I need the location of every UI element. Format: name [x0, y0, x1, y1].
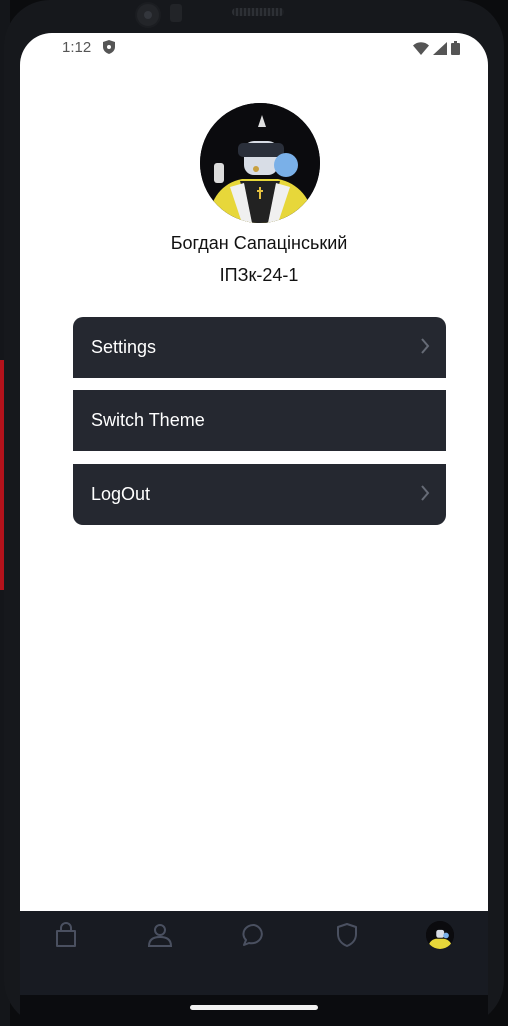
settings-label: Settings: [91, 337, 157, 357]
person-icon[interactable]: [146, 921, 174, 949]
chevron-right-icon: [420, 484, 430, 507]
shield-icon[interactable]: [333, 921, 361, 949]
earpiece-speaker: [232, 8, 284, 16]
chat-icon[interactable]: [240, 921, 268, 949]
app-screen: 1:12 Богдан Сапацінський ІПЗк-24-1 Setti…: [20, 33, 488, 995]
logout-label: LogOut: [91, 484, 151, 504]
logout-button[interactable]: LogOut: [73, 464, 446, 525]
sensor: [170, 4, 182, 22]
bottom-bezel: [20, 995, 488, 1026]
home-indicator[interactable]: [190, 1005, 318, 1010]
chevron-right-icon: [420, 337, 430, 360]
shield-icon: [103, 40, 115, 58]
battery-icon: [451, 41, 460, 59]
switch-theme-button[interactable]: Switch Theme: [73, 390, 446, 451]
bottom-navigation: [20, 911, 488, 995]
profile-name: Богдан Сапацінський: [170, 233, 348, 253]
profile-group: ІПЗк-24-1: [219, 265, 299, 285]
status-bar: 1:12: [20, 33, 488, 61]
status-time: 1:12: [62, 39, 92, 56]
front-camera: [135, 2, 161, 28]
profile-avatar[interactable]: [426, 921, 454, 949]
profile-avatar[interactable]: [200, 103, 320, 223]
settings-button[interactable]: Settings: [73, 317, 446, 378]
wifi-icon: [413, 41, 429, 59]
switch-theme-label: Switch Theme: [91, 410, 205, 430]
status-right-icons: [413, 41, 460, 59]
signal-icon: [433, 41, 447, 59]
bag-icon[interactable]: [52, 921, 80, 949]
